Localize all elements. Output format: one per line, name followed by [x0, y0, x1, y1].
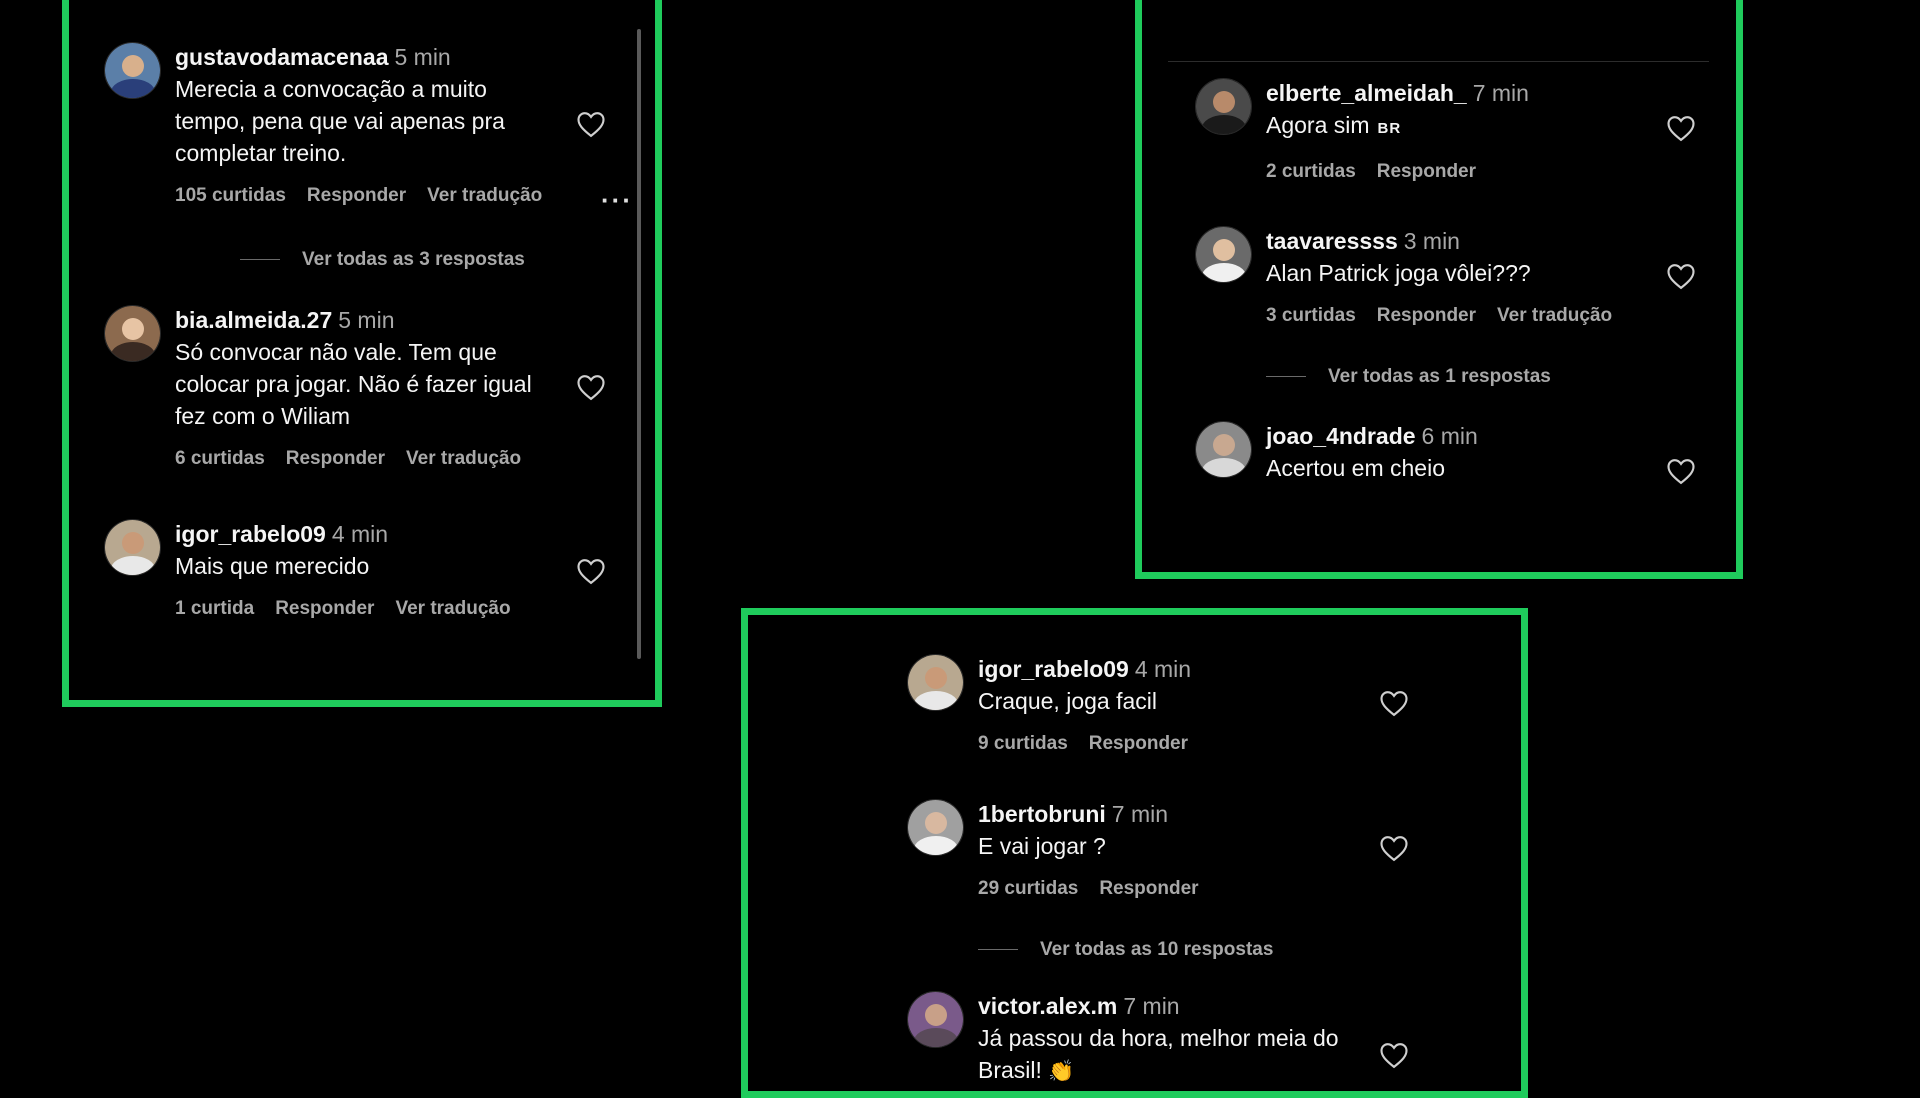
heart-icon[interactable] — [576, 110, 606, 138]
comment-item: 1bertobruni 7 min E vai jogar ? 29 curtid… — [907, 799, 1427, 919]
divider — [1168, 61, 1709, 62]
avatar[interactable] — [907, 799, 964, 856]
avatar[interactable] — [1195, 421, 1252, 478]
likes-count[interactable]: 1 curtida — [175, 598, 254, 619]
avatar[interactable] — [907, 654, 964, 711]
translate-button[interactable]: Ver tradução — [406, 448, 521, 469]
comment-username[interactable]: joao_4ndrade — [1266, 423, 1416, 449]
likes-count[interactable]: 105 curtidas — [175, 185, 286, 206]
comment-text: Já passou da hora, melhor meia do Brasil!… — [978, 1022, 1339, 1088]
comment-time: 7 min — [1111, 801, 1169, 827]
comment-item: igor_rabelo09 4 min Mais que merecido 1 c… — [104, 519, 624, 639]
comment-text: Craque, joga facil — [978, 688, 1157, 714]
clap-emoji-icon: 👏 — [1048, 1060, 1075, 1083]
comment-text: Mais que merecido — [175, 553, 370, 579]
comment-time: 6 min — [1421, 423, 1478, 449]
comment-time: 5 min — [338, 307, 395, 333]
likes-count[interactable]: 9 curtidas — [978, 733, 1068, 754]
comment-time: 5 min — [394, 44, 451, 70]
comment-item: victor.alex.m 7 min Já passou da hora, me… — [907, 991, 1427, 1091]
comment-text: Merecia a convocação a muito tempo, pena … — [175, 76, 505, 166]
avatar[interactable] — [104, 42, 161, 99]
reply-button[interactable]: Responder — [1089, 733, 1188, 754]
comment-text: Alan Patrick joga vôlei??? — [1266, 260, 1531, 286]
reply-button[interactable]: Responder — [1377, 161, 1476, 182]
heart-icon[interactable] — [1379, 1041, 1409, 1069]
reply-button[interactable]: Responder — [307, 185, 406, 206]
translate-button[interactable]: Ver tradução — [1497, 305, 1612, 326]
likes-count[interactable]: 3 curtidas — [1266, 305, 1356, 326]
reply-button[interactable]: Responder — [286, 448, 385, 469]
view-replies-link[interactable]: Ver todas as 1 respostas — [1266, 366, 1551, 388]
comment-username[interactable]: 1bertobruni — [978, 801, 1106, 827]
comment-text: Só convocar não vale. Tem que colocar pra… — [175, 339, 532, 429]
avatar[interactable] — [104, 305, 161, 362]
flag-br: BR — [1377, 120, 1402, 137]
comments-panel-bottom: igor_rabelo09 4 min Craque, joga facil 9 … — [741, 608, 1528, 1098]
comments-panel-right: elberte_almeidah_ 7 min Agora sim BR 2 cur… — [1135, 0, 1743, 579]
comment-item: bia.almeida.27 5 min Só convocar não vale… — [104, 305, 624, 485]
reply-button[interactable]: Responder — [1377, 305, 1476, 326]
comment-time: 3 min — [1403, 228, 1460, 254]
likes-count[interactable]: 2 curtidas — [1266, 161, 1356, 182]
heart-icon[interactable] — [1666, 114, 1696, 142]
comment-text: E vai jogar ? — [978, 833, 1106, 859]
comment-time: 4 min — [1134, 656, 1192, 682]
avatar[interactable] — [1195, 78, 1252, 135]
likes-count[interactable]: 29 curtidas — [978, 878, 1078, 899]
comment-username[interactable]: victor.alex.m — [978, 993, 1117, 1019]
reply-button[interactable]: Responder — [1099, 878, 1198, 899]
translate-button[interactable]: Ver tradução — [395, 598, 510, 619]
heart-icon[interactable] — [576, 373, 606, 401]
comments-panel-left: gustavodamacenaa 5 min Merecia a convocaç… — [62, 0, 662, 707]
heart-icon[interactable] — [1666, 262, 1696, 290]
avatar[interactable] — [907, 991, 964, 1048]
translate-button[interactable]: Ver tradução — [427, 185, 542, 206]
comment-text: Agora sim BR — [1266, 112, 1402, 138]
view-replies-link[interactable]: Ver todas as 10 respostas — [978, 939, 1273, 961]
comment-time: 7 min — [1472, 80, 1529, 106]
comment-time: 7 min — [1123, 993, 1180, 1019]
comment-item: igor_rabelo09 4 min Craque, joga facil 9 … — [907, 654, 1427, 774]
heart-icon[interactable] — [1379, 689, 1409, 717]
comment-username[interactable]: igor_rabelo09 — [175, 521, 326, 547]
comment-username[interactable]: gustavodamacenaa — [175, 44, 388, 70]
comment-item: joao_4ndrade 6 min Acertou em cheio — [1195, 421, 1715, 501]
comment-item: gustavodamacenaa 5 min Merecia a convocaç… — [104, 42, 631, 242]
heart-icon[interactable] — [1666, 457, 1696, 485]
avatar[interactable] — [1195, 226, 1252, 283]
reply-button[interactable]: Responder — [275, 598, 374, 619]
comment-item: elberte_almeidah_ 7 min Agora sim BR 2 cur… — [1195, 78, 1715, 198]
heart-icon[interactable] — [576, 557, 606, 585]
comment-username[interactable]: elberte_almeidah_ — [1266, 80, 1467, 106]
view-replies-link[interactable]: Ver todas as 3 respostas — [240, 249, 525, 271]
scrollbar[interactable] — [637, 29, 641, 659]
comment-username[interactable]: igor_rabelo09 — [978, 656, 1129, 682]
comment-username[interactable]: taavaressss — [1266, 228, 1398, 254]
likes-count[interactable]: 6 curtidas — [175, 448, 265, 469]
comment-username[interactable]: bia.almeida.27 — [175, 307, 332, 333]
comment-item: taavaressss 3 min Alan Patrick joga vôlei… — [1195, 226, 1715, 346]
heart-icon[interactable] — [1379, 834, 1409, 862]
avatar[interactable] — [104, 519, 161, 576]
comment-time: 4 min — [331, 521, 389, 547]
more-options-icon[interactable]: ··· — [601, 185, 633, 216]
comment-text: Acertou em cheio — [1266, 455, 1445, 481]
